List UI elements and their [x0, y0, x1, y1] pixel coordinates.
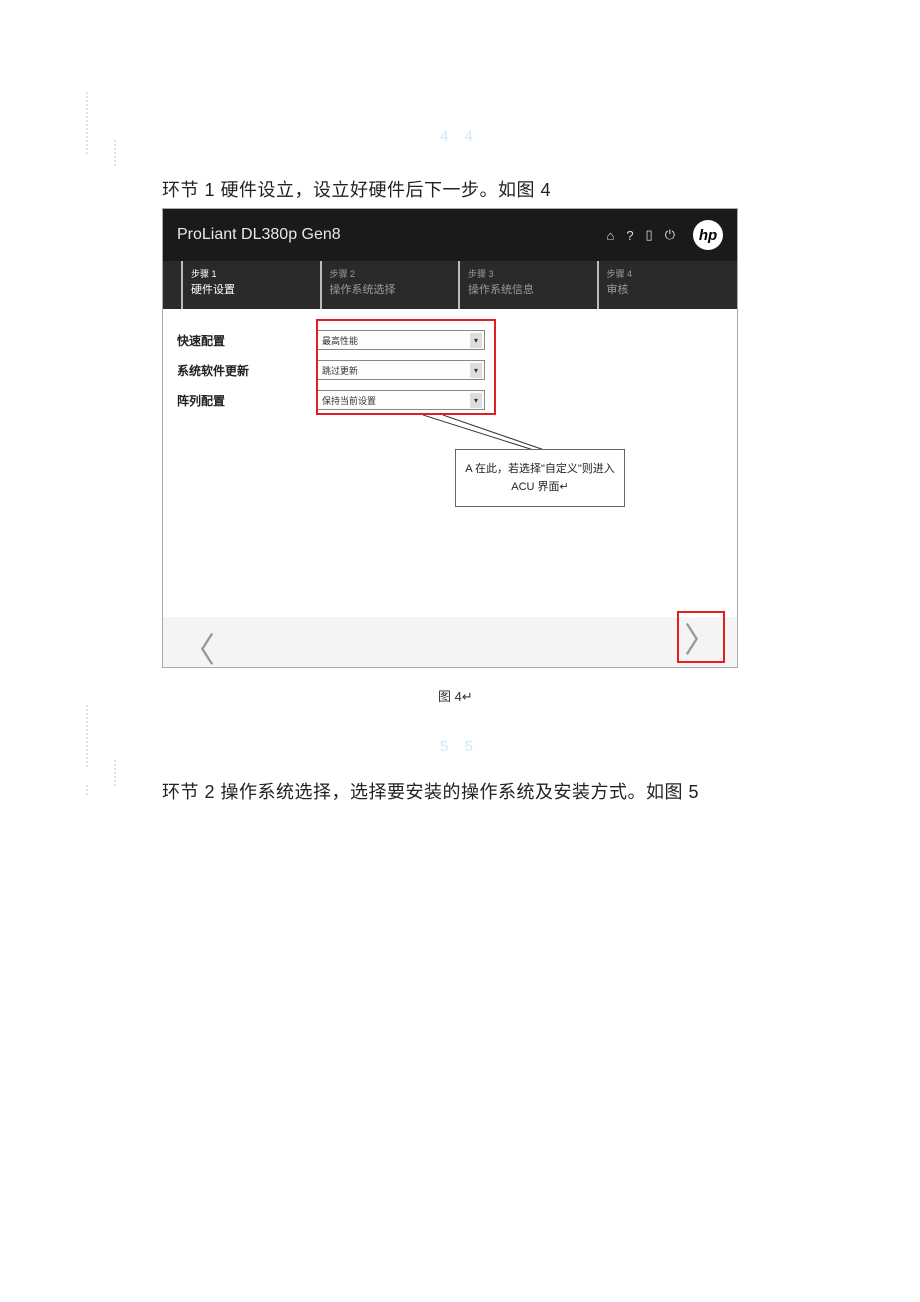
next-button[interactable]: 〉 — [684, 613, 718, 662]
hp-logo: hp — [693, 220, 723, 250]
dropdown-value: 最高性能 — [322, 334, 358, 347]
power-icon[interactable]: ⏻ — [665, 227, 675, 243]
margin-decor — [86, 92, 88, 154]
dropdown-array-config[interactable]: 保持当前设置 ▾ — [317, 390, 485, 410]
step-label-small: 步骤 1 — [191, 267, 304, 281]
log-icon[interactable]: ▯ — [646, 227, 653, 243]
step-3-os-info[interactable]: 步骤 3 操作系统信息 — [458, 261, 589, 309]
step-label-main: 审核 — [607, 283, 720, 297]
step-label-small: 步骤 2 — [330, 267, 443, 281]
row-software-update: 系统软件更新 跳过更新 ▾ — [163, 355, 737, 385]
top-bar: ProLiant DL380p Gen8 ⌂ ? ▯ ⏻ hp — [163, 209, 737, 261]
hp-provisioning-screenshot: ProLiant DL380p Gen8 ⌂ ? ▯ ⏻ hp 步骤 1 硬件设… — [162, 208, 738, 668]
step-label-main: 操作系统信息 — [468, 283, 581, 297]
step-label-small: 步骤 3 — [468, 267, 581, 281]
prev-button[interactable]: 〈 — [181, 623, 215, 668]
help-icon[interactable]: ? — [626, 228, 633, 243]
caption-step-2: 环节 2 操作系统选择，选择要安装的操作系统及安装方式。如图 5 — [162, 778, 699, 804]
hp-logo-text: hp — [699, 227, 717, 244]
row-quick-config: 快速配置 最高性能 ▾ — [163, 325, 737, 355]
page-number-top: 4 4 — [440, 128, 479, 145]
step-1-hardware[interactable]: 步骤 1 硬件设置 — [181, 261, 312, 309]
next-button-highlight: 〉 — [677, 611, 725, 663]
dropdown-value: 跳过更新 — [322, 364, 358, 377]
margin-decor — [86, 705, 88, 767]
step-2-os-select[interactable]: 步骤 2 操作系统选择 — [320, 261, 451, 309]
step-label-small: 步骤 4 — [607, 267, 720, 281]
step-label-main: 操作系统选择 — [330, 283, 443, 297]
row-array-config: 阵列配置 保持当前设置 ▾ — [163, 385, 737, 415]
label-software-update: 系统软件更新 — [177, 362, 317, 379]
step-label-main: 硬件设置 — [191, 283, 304, 297]
margin-decor — [114, 760, 116, 786]
label-array-config: 阵列配置 — [177, 392, 317, 409]
margin-decor — [114, 140, 116, 166]
topbar-icons: ⌂ ? ▯ ⏻ hp — [606, 220, 723, 250]
caption-step-1: 环节 1 硬件设立，设立好硬件后下一步。如图 4 — [162, 176, 551, 202]
product-title: ProLiant DL380p Gen8 — [177, 226, 606, 244]
step-bar: 步骤 1 硬件设置 步骤 2 操作系统选择 步骤 3 操作系统信息 步骤 4 审… — [163, 261, 737, 309]
page-number-bottom: 5 5 — [440, 738, 479, 755]
label-quick-config: 快速配置 — [177, 332, 317, 349]
dropdown-quick-config[interactable]: 最高性能 ▾ — [317, 330, 485, 350]
chevron-down-icon: ▾ — [470, 333, 482, 348]
step-4-review[interactable]: 步骤 4 审核 — [597, 261, 728, 309]
margin-decor — [86, 785, 88, 795]
dropdown-value: 保持当前设置 — [322, 394, 376, 407]
chevron-down-icon: ▾ — [470, 393, 482, 408]
home-icon[interactable]: ⌂ — [606, 228, 614, 243]
footer-nav: 〈 〉 — [163, 617, 737, 667]
chevron-down-icon: ▾ — [470, 363, 482, 378]
figure-label: 图 4↵ — [438, 686, 473, 705]
form-area: 快速配置 最高性能 ▾ 系统软件更新 跳过更新 ▾ 阵列配置 保持当前设置 ▾ — [163, 309, 737, 619]
dropdown-software-update[interactable]: 跳过更新 ▾ — [317, 360, 485, 380]
callout-annotation: A 在此，若选择"自定义"则进入 ACU 界面↵ — [455, 449, 625, 507]
